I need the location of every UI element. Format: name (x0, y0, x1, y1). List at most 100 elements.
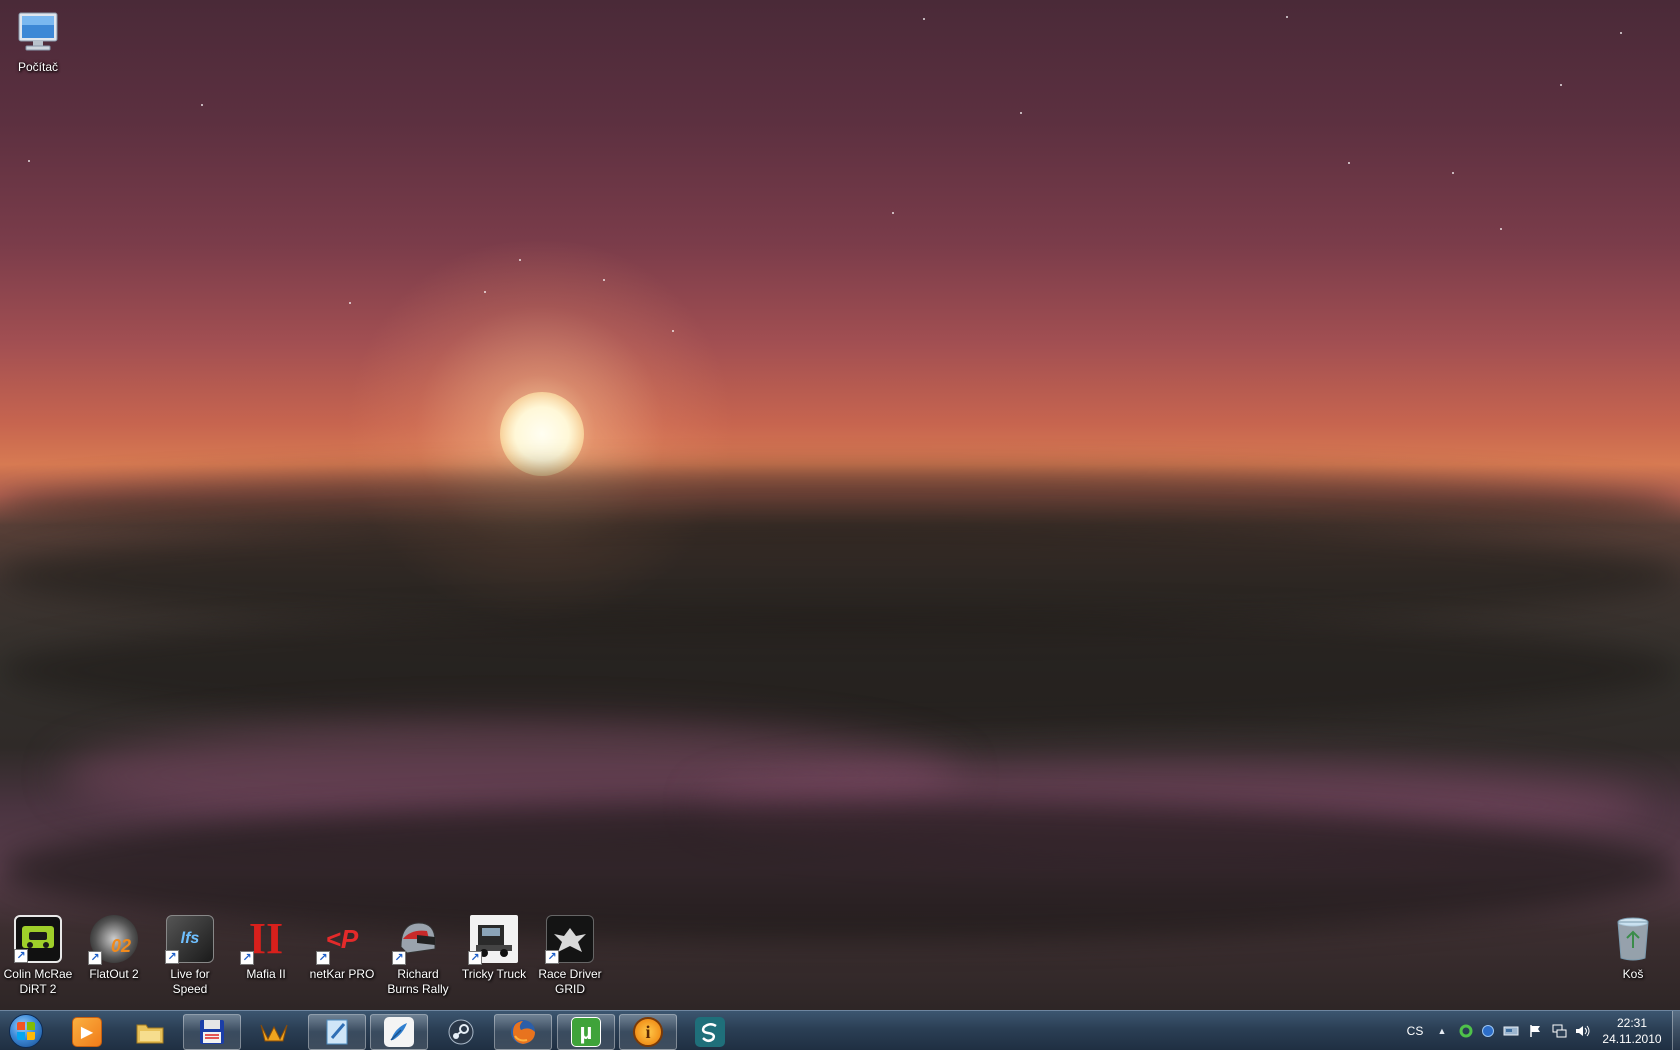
star (1286, 16, 1288, 18)
taskbar-button-pen-app[interactable] (370, 1014, 428, 1050)
folder-icon (135, 1017, 165, 1047)
floppy-disk-icon (197, 1017, 227, 1047)
show-hidden-icon[interactable]: ▲ (1434, 1023, 1450, 1039)
utorrent-icon: µ (571, 1017, 601, 1047)
star (1020, 112, 1022, 114)
desktop-icon-label: Richard Burns Rally (387, 967, 449, 996)
star (923, 18, 925, 20)
desktop-icon-label: Mafia II (246, 967, 286, 981)
show-desktop-button[interactable] (1672, 1011, 1680, 1050)
desktop-icon-dirt2[interactable]: ↗ Colin McRae DiRT 2 (0, 915, 76, 997)
star (892, 212, 894, 214)
dirt2-icon: ↗ (14, 915, 62, 963)
desktop-wallpaper (0, 0, 1680, 1010)
winamp-icon (259, 1017, 289, 1047)
recycle-bin-icon (1609, 915, 1657, 963)
desktop-icon-mafia2[interactable]: II ↗ Mafia II (228, 915, 304, 982)
desktop-icon-label: Koš (1622, 967, 1644, 981)
network-adapter-icon[interactable] (1503, 1023, 1519, 1039)
desktop-icon-label: Tricky Truck (461, 967, 527, 981)
truck-icon: ↗ (468, 915, 518, 965)
star (1560, 84, 1562, 86)
cloud-layer (0, 610, 1680, 730)
info-icon: i (633, 1017, 663, 1047)
shortcut-arrow-icon: ↗ (545, 950, 559, 964)
blue-dot-icon[interactable] (1480, 1023, 1496, 1039)
taskbar-button-steam[interactable] (432, 1014, 490, 1050)
utorrent-glyph: µ (579, 1019, 593, 1044)
firefox-icon (508, 1017, 538, 1047)
info-glyph: i (645, 1021, 651, 1042)
taskbar-button-info-app[interactable]: i (619, 1014, 677, 1050)
shortcut-arrow-icon: ↗ (392, 951, 406, 965)
start-button[interactable] (4, 1012, 48, 1050)
star (1452, 172, 1454, 174)
mafia2-badge: II (248, 914, 284, 963)
taskbar-button-media-player[interactable]: ▶ (58, 1014, 116, 1050)
desktop-icon-lfs[interactable]: lfs ↗ Live for Speed (152, 915, 228, 997)
star (201, 104, 203, 106)
desktop-icon-label: netKar PRO (309, 967, 375, 981)
rbr-helmet-icon: ↗ (392, 915, 442, 965)
windows-start-icon (9, 1014, 43, 1048)
star (1348, 162, 1350, 164)
desktop-icon-label: Počítač (17, 60, 59, 74)
steam-icon (446, 1017, 476, 1047)
computer-icon (14, 8, 62, 56)
desktop-icon-netkar[interactable]: <P ↗ netKar PRO (304, 915, 380, 982)
shortcut-arrow-icon: ↗ (165, 950, 179, 964)
flatout2-badge: 02 (110, 935, 132, 956)
grid-icon: ↗ (545, 915, 594, 964)
shortcut-arrow-icon: ↗ (316, 951, 330, 965)
lfs-badge: lfs (180, 930, 200, 947)
star (603, 279, 605, 281)
language-label: CS (1406, 1024, 1424, 1038)
star (519, 259, 521, 261)
shortcut-arrow-icon: ↗ (14, 949, 28, 963)
desktop-icon-rbr[interactable]: ↗ Richard Burns Rally (380, 915, 456, 997)
language-indicator[interactable]: CS (1404, 1023, 1426, 1039)
sun (500, 392, 584, 476)
network-icon[interactable] (1551, 1023, 1567, 1039)
notepad-icon (322, 1017, 352, 1047)
shortcut-arrow-icon: ↗ (240, 951, 254, 965)
netkar-icon: <P ↗ (316, 915, 366, 965)
taskbar-button-explorer[interactable] (121, 1014, 179, 1050)
desktop-icon-tricky-truck[interactable]: ↗ Tricky Truck (456, 915, 532, 982)
taskbar-button-save-app[interactable] (183, 1014, 241, 1050)
feather-pen-icon (384, 1017, 414, 1047)
taskbar-button-winamp[interactable] (245, 1014, 303, 1050)
taskbar: ▶ µ i CS ▲ 22:31 24.11.2010 (0, 1010, 1680, 1050)
taskbar-button-app-s[interactable] (681, 1014, 739, 1050)
shortcut-arrow-icon: ↗ (88, 951, 102, 965)
lfs-icon: lfs ↗ (165, 915, 214, 964)
star (484, 291, 486, 293)
shortcut-arrow-icon: ↗ (468, 951, 482, 965)
desktop-icon-flatout2[interactable]: 02 ↗ FlatOut 2 (76, 915, 152, 982)
taskbar-button-utorrent[interactable]: µ (557, 1014, 615, 1050)
desktop-icon-label: Race Driver GRID (538, 967, 602, 996)
star (28, 160, 30, 162)
desktop-icon-computer[interactable]: Počítač (0, 8, 76, 75)
desktop-icon-label: Live for Speed (170, 967, 210, 996)
clock-time: 22:31 (1616, 1016, 1648, 1030)
star (672, 330, 674, 332)
desktop-icon-label: FlatOut 2 (89, 967, 139, 981)
action-center-flag-icon[interactable] (1527, 1023, 1543, 1039)
taskbar-button-firefox[interactable] (494, 1014, 552, 1050)
flatout2-icon: 02 ↗ (88, 915, 138, 965)
desktop-icon-label: Colin McRae DiRT 2 (3, 967, 73, 996)
star (1620, 32, 1622, 34)
media-player-icon: ▶ (72, 1017, 102, 1047)
mafia2-icon: II ↗ (240, 914, 290, 965)
desktop-icon-recycle-bin[interactable]: Koš (1595, 915, 1671, 982)
spiral-s-icon (695, 1017, 725, 1047)
star (1500, 228, 1502, 230)
clock-date: 24.11.2010 (1602, 1032, 1662, 1046)
desktop-icon-grid[interactable]: ↗ Race Driver GRID (532, 915, 608, 997)
taskbar-clock[interactable]: 22:31 24.11.2010 (1594, 1015, 1670, 1047)
taskbar-button-notepad[interactable] (308, 1014, 366, 1050)
volume-icon[interactable] (1575, 1023, 1591, 1039)
netkar-badge: <P (325, 923, 359, 954)
green-ring-icon[interactable] (1458, 1023, 1474, 1039)
